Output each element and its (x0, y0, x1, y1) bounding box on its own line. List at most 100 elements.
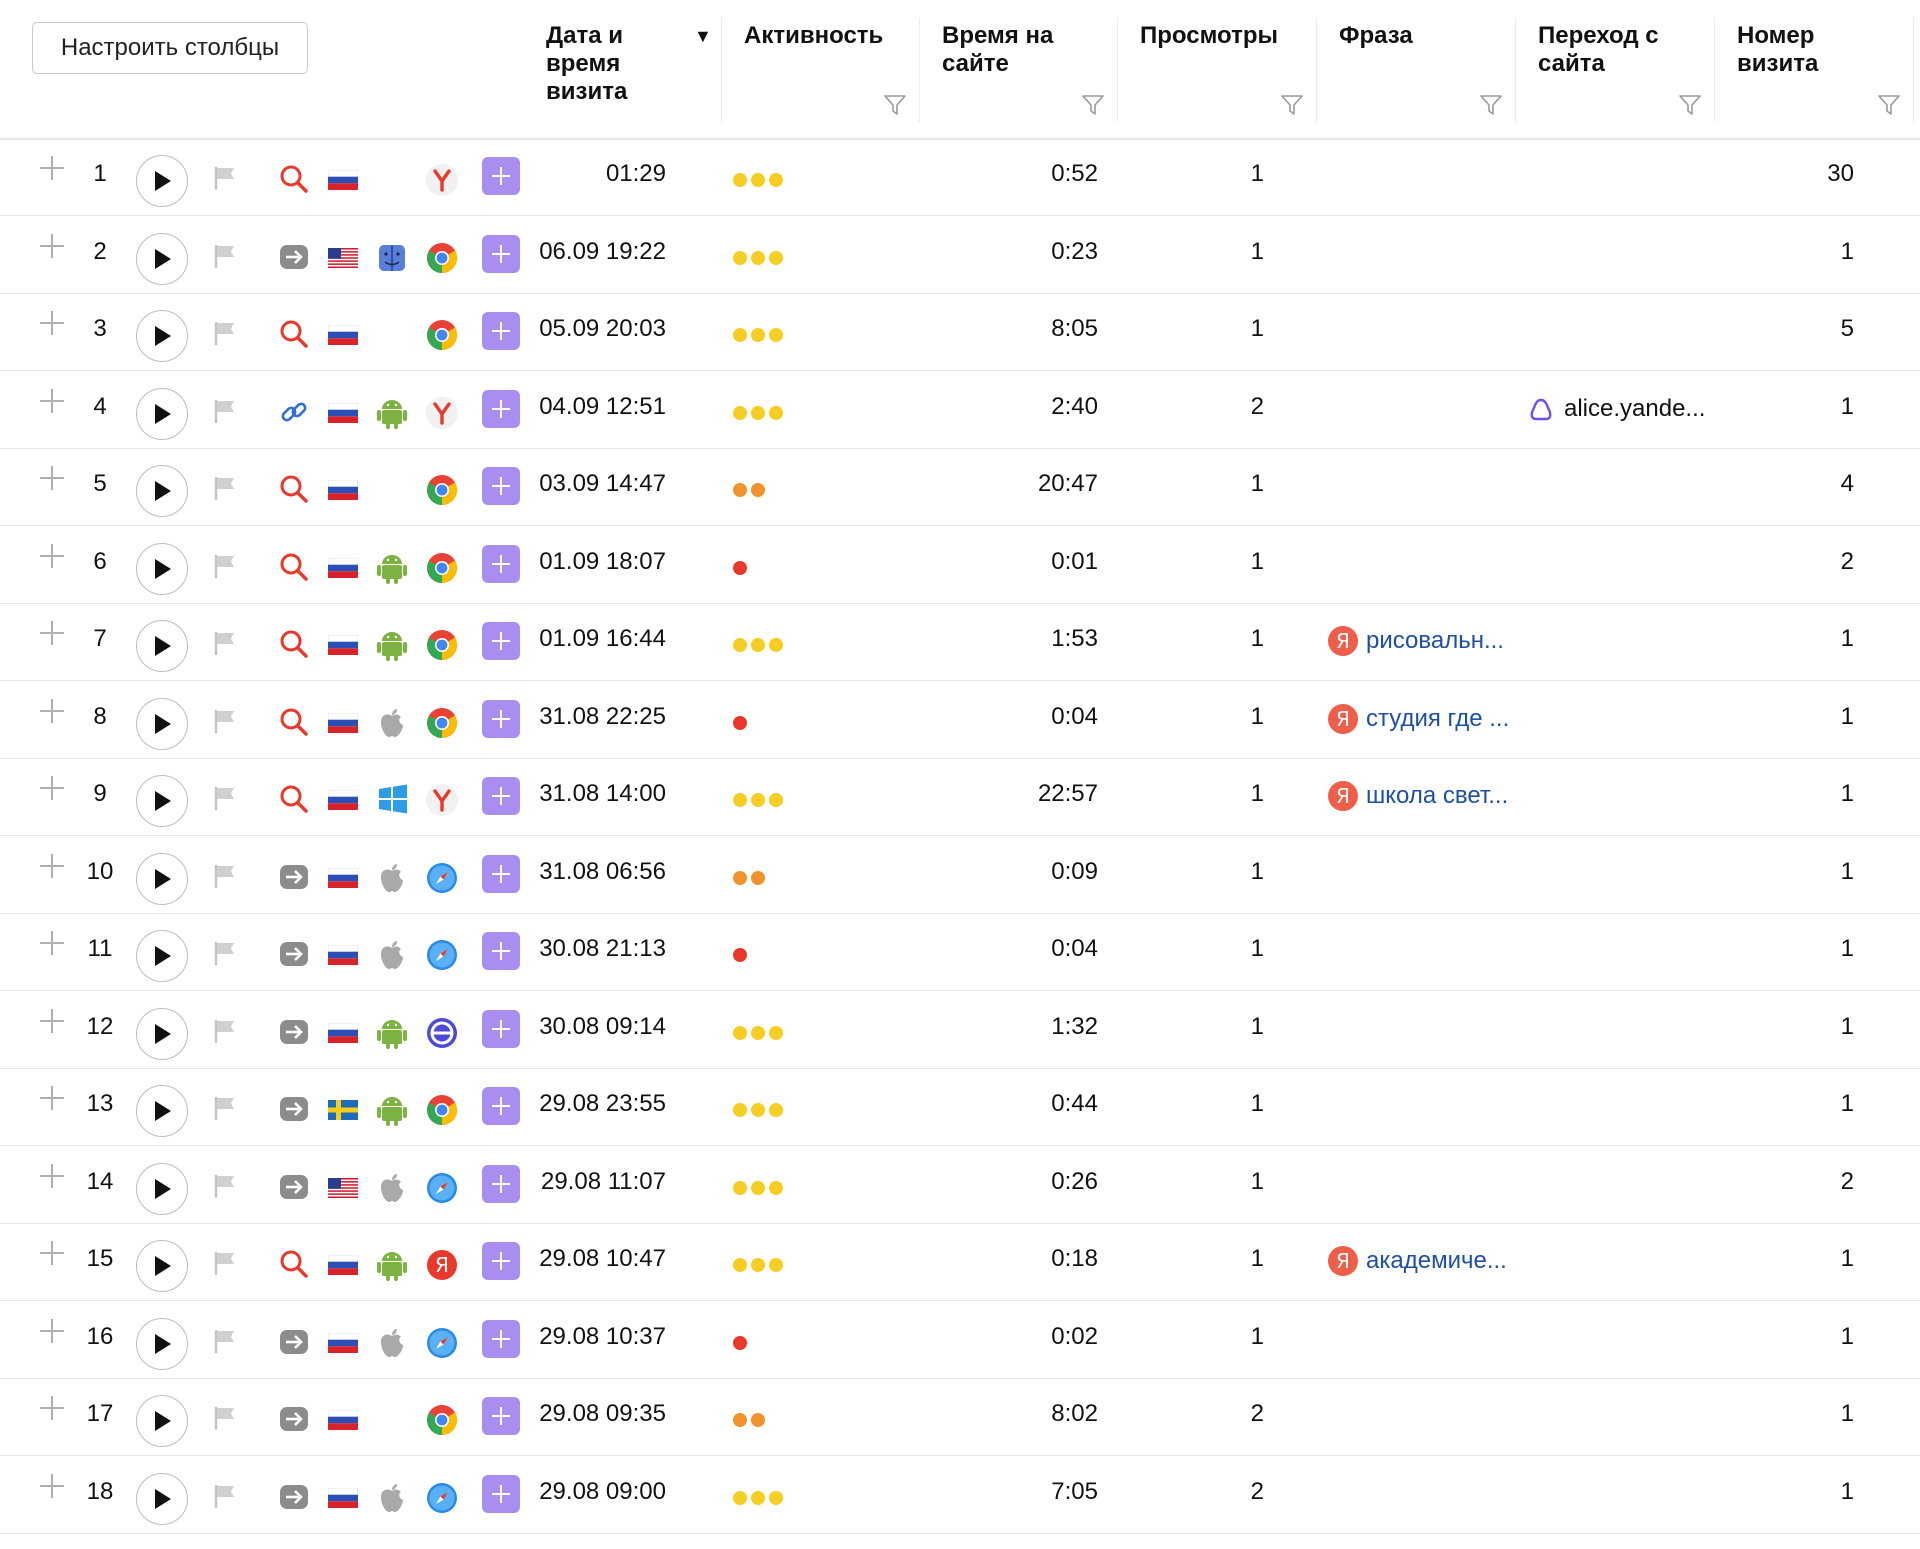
search-phrase-text[interactable]: школа свет... (1366, 782, 1508, 810)
filter-icon[interactable] (1478, 92, 1504, 118)
flag-icon[interactable] (212, 319, 238, 352)
play-session-button[interactable] (136, 775, 188, 827)
flag-icon[interactable] (212, 1404, 238, 1437)
expand-row-icon[interactable] (38, 1084, 66, 1112)
filter-icon[interactable] (1876, 92, 1902, 118)
table-row[interactable]: 17 29.08 09:35 8:02 2 1 (0, 1380, 1920, 1456)
expand-row-icon[interactable] (38, 387, 66, 415)
search-phrase-link[interactable]: Ярисовальн... (1326, 625, 1516, 657)
expand-row-icon[interactable] (38, 232, 66, 260)
add-button[interactable] (482, 932, 520, 970)
flag-icon[interactable] (212, 939, 238, 972)
play-session-button[interactable] (136, 232, 188, 285)
table-row[interactable]: 11 30.08 21:13 0:04 1 1 (0, 915, 1920, 991)
add-button[interactable] (482, 544, 520, 583)
sort-desc-icon[interactable]: ▼ (694, 26, 712, 47)
table-row[interactable]: 13 29.08 23:55 0:44 1 1 (0, 1070, 1920, 1146)
column-header-phrase[interactable]: Фраза (1317, 0, 1516, 122)
column-header-referer[interactable]: Переход с сайта (1516, 0, 1715, 122)
play-session-button[interactable] (136, 387, 188, 440)
expand-row-icon[interactable] (38, 154, 66, 182)
add-button[interactable] (482, 157, 520, 195)
table-row[interactable]: 5 03.09 14:47 20:47 1 4 (0, 450, 1920, 526)
add-button[interactable] (482, 1397, 520, 1435)
table-row[interactable]: 16 29.08 10:37 0:02 1 1 (0, 1303, 1920, 1379)
add-button[interactable] (482, 1087, 520, 1125)
column-header-visit-number[interactable]: Номер визита (1715, 0, 1914, 122)
play-session-button[interactable] (136, 1395, 188, 1447)
play-session-button[interactable] (136, 465, 188, 517)
search-phrase-text[interactable]: студия где ... (1366, 705, 1509, 733)
flag-icon[interactable] (212, 242, 238, 275)
table-row[interactable]: 15 Я 29.08 10:47 0:18 1 Яакадемиче... 1 (0, 1225, 1920, 1301)
expand-row-icon[interactable] (38, 619, 66, 647)
referer-link[interactable]: alice.yande... (1528, 393, 1718, 425)
expand-row-icon[interactable] (38, 1162, 66, 1190)
search-phrase-link[interactable]: Яакадемиче... (1326, 1245, 1516, 1277)
flag-icon[interactable] (212, 1094, 238, 1127)
filter-icon[interactable] (1080, 92, 1106, 118)
configure-columns-button[interactable]: Настроить столбцы (32, 22, 308, 74)
flag-icon[interactable] (212, 1172, 238, 1205)
table-row[interactable]: 1 01:29 0:52 1 30 (0, 140, 1920, 216)
expand-row-icon[interactable] (38, 1007, 66, 1035)
table-row[interactable]: 3 05.09 20:03 8:05 1 5 (0, 295, 1920, 371)
filter-icon[interactable] (1677, 92, 1703, 118)
flag-icon[interactable] (212, 784, 238, 817)
flag-icon[interactable] (212, 474, 238, 507)
table-row[interactable]: 2 06.09 19:22 0:23 1 1 (0, 218, 1920, 294)
table-row[interactable]: 6 01.09 18:07 0:01 1 2 (0, 528, 1920, 604)
add-button[interactable] (482, 1164, 520, 1203)
search-phrase-link[interactable]: Яшкола свет... (1326, 780, 1516, 812)
table-row[interactable]: 12 30.08 09:14 1:32 1 1 (0, 993, 1920, 1069)
column-header-activity[interactable]: Активность (722, 0, 920, 122)
expand-row-icon[interactable] (38, 1472, 66, 1500)
flag-icon[interactable] (212, 1482, 238, 1515)
filter-icon[interactable] (882, 92, 908, 118)
add-button[interactable] (482, 389, 520, 428)
table-row[interactable]: 8 31.08 22:25 0:04 1 Ястудия где ... 1 (0, 683, 1920, 759)
search-phrase-text[interactable]: рисовальн... (1366, 627, 1504, 655)
play-session-button[interactable] (136, 1317, 188, 1370)
expand-row-icon[interactable] (38, 1239, 66, 1267)
add-button[interactable] (482, 1319, 520, 1358)
expand-row-icon[interactable] (38, 852, 66, 880)
play-session-button[interactable] (136, 930, 188, 982)
filter-icon[interactable] (1279, 92, 1305, 118)
expand-row-icon[interactable] (38, 929, 66, 957)
flag-icon[interactable] (212, 1327, 238, 1360)
flag-icon[interactable] (212, 552, 238, 585)
play-session-button[interactable] (136, 1007, 188, 1060)
table-row[interactable]: 9 31.08 14:00 22:57 1 Яшкола свет... 1 (0, 760, 1920, 836)
add-button[interactable] (482, 1009, 520, 1048)
flag-icon[interactable] (212, 1249, 238, 1282)
play-session-button[interactable] (136, 852, 188, 905)
expand-row-icon[interactable] (38, 697, 66, 725)
play-session-button[interactable] (136, 1240, 188, 1292)
flag-icon[interactable] (212, 707, 238, 740)
add-button[interactable] (482, 777, 520, 815)
expand-row-icon[interactable] (38, 464, 66, 492)
flag-icon[interactable] (212, 397, 238, 430)
table-row[interactable]: 4 04.09 12:51 2:40 2 alice.yande... 1 (0, 373, 1920, 449)
play-session-button[interactable] (136, 697, 188, 750)
add-button[interactable] (482, 854, 520, 893)
add-button[interactable] (482, 467, 520, 505)
play-session-button[interactable] (136, 1162, 188, 1215)
expand-row-icon[interactable] (38, 1317, 66, 1345)
play-session-button[interactable] (136, 1085, 188, 1137)
add-button[interactable] (482, 312, 520, 350)
search-phrase-text[interactable]: академиче... (1366, 1247, 1507, 1275)
add-button[interactable] (482, 234, 520, 273)
table-row[interactable]: 10 31.08 06:56 0:09 1 1 (0, 838, 1920, 914)
table-row[interactable]: 7 01.09 16:44 1:53 1 Ярисовальн... 1 (0, 605, 1920, 681)
add-button[interactable] (482, 1474, 520, 1513)
flag-icon[interactable] (212, 1017, 238, 1050)
flag-icon[interactable] (212, 862, 238, 895)
table-row[interactable]: 18 29.08 09:00 7:05 2 1 (0, 1458, 1920, 1534)
column-header-views[interactable]: Просмотры (1118, 0, 1317, 122)
expand-row-icon[interactable] (38, 774, 66, 802)
expand-row-icon[interactable] (38, 309, 66, 337)
referer-text[interactable]: alice.yande... (1564, 395, 1705, 423)
add-button[interactable] (482, 699, 520, 738)
